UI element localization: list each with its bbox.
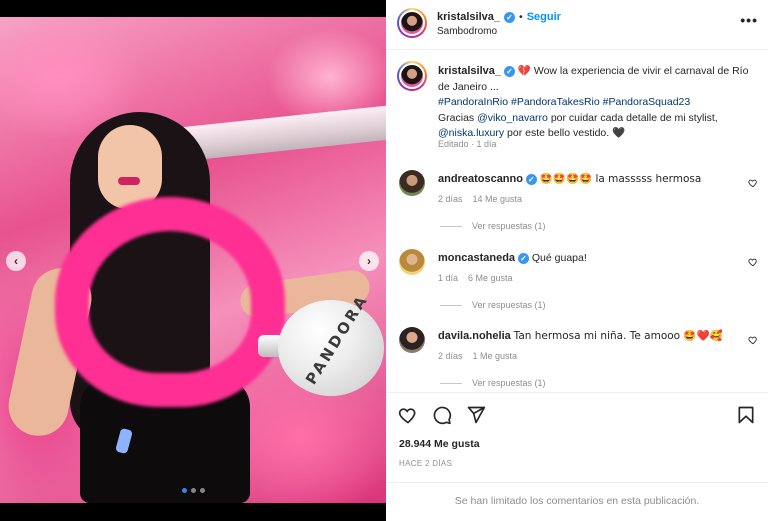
avatar[interactable]: [397, 61, 427, 91]
verified-badge-icon: ✓: [503, 66, 515, 77]
post-side-panel: kristalsilva_ ✓ • Seguir Sambodromo ••• …: [386, 0, 768, 521]
comment-meta: 1 día 6 Me gusta: [438, 273, 513, 283]
chevron-left-icon: ‹: [14, 254, 18, 268]
carousel-dot: [191, 488, 196, 493]
heart-icon[interactable]: [398, 405, 418, 425]
replies-divider: [440, 225, 462, 227]
post-header: kristalsilva_ ✓ • Seguir Sambodromo •••: [386, 0, 768, 50]
caption-emoji: 💔: [517, 65, 531, 77]
comment-username[interactable]: andreatoscanno: [438, 173, 523, 185]
comment-text: Qué guapa!: [531, 252, 587, 264]
view-replies-button[interactable]: Ver respuestas (1): [440, 300, 546, 310]
heart-icon[interactable]: [748, 178, 758, 188]
comment-body: davila.nohelia Tan hermosa mi niña. Te a…: [438, 329, 738, 343]
comment-meta: 2 días 14 Me gusta: [438, 194, 522, 204]
header-username[interactable]: kristalsilva_: [437, 11, 500, 23]
comment-body: andreatoscanno ✓ 🤩🤩🤩🤩 la masssss hermosa: [438, 172, 738, 186]
caption-thanks-middle: por cuidar cada detalle de mi stylist,: [550, 111, 718, 124]
comment-likes[interactable]: 6 Me gusta: [468, 273, 513, 283]
avatar[interactable]: [399, 327, 425, 353]
caption-username[interactable]: kristalsilva_: [438, 65, 501, 77]
post-date[interactable]: HACE 2 DÍAS: [399, 459, 452, 468]
verified-badge-icon: ✓: [525, 174, 537, 185]
caption-text: kristalsilva_ ✓ 💔 Wow la experiencia de …: [438, 64, 758, 142]
comment-text: Tan hermosa mi niña. Te amooo 🤩❤️🥰: [513, 330, 723, 342]
photo-face: [98, 125, 162, 209]
verified-badge-icon: ✓: [504, 11, 515, 23]
header-separator: •: [519, 11, 523, 23]
caption-thanks-suffix: por este bello vestido.: [507, 127, 610, 139]
carousel-dot: [200, 488, 205, 493]
comment-item: moncastaneda ✓ Qué guapa! 1 día 6 Me gus…: [386, 249, 768, 319]
heart-icon[interactable]: [748, 257, 758, 267]
bookmark-icon[interactable]: [736, 405, 756, 425]
carousel-prev-button[interactable]: ‹: [6, 251, 26, 271]
avatar[interactable]: [397, 8, 427, 38]
comment-time[interactable]: 2 días: [438, 351, 463, 361]
post-location[interactable]: Sambodromo: [437, 26, 497, 37]
comment-time[interactable]: 1 día: [438, 273, 458, 283]
view-replies-label: Ver respuestas (1): [472, 378, 546, 388]
photo-lips: [118, 177, 140, 185]
comment-item: davila.nohelia Tan hermosa mi niña. Te a…: [386, 327, 768, 397]
view-replies-label: Ver respuestas (1): [472, 300, 546, 310]
likes-count[interactable]: 28.944 Me gusta: [399, 438, 480, 450]
verified-badge-icon: ✓: [517, 253, 529, 264]
comment-icon[interactable]: [432, 405, 452, 425]
comment-likes[interactable]: 14 Me gusta: [473, 194, 523, 204]
avatar[interactable]: [399, 249, 425, 275]
caption-end-emoji: 🖤: [612, 127, 626, 139]
header-user: kristalsilva_ ✓ • Seguir: [437, 11, 561, 23]
comment-item: andreatoscanno ✓ 🤩🤩🤩🤩 la masssss hermosa…: [386, 170, 768, 240]
comment-time[interactable]: 2 días: [438, 194, 463, 204]
carousel-dot: [182, 488, 187, 493]
comment-username[interactable]: moncastaneda: [438, 252, 515, 264]
post-media: PANDORA ‹ ›: [0, 0, 386, 521]
carousel-next-button[interactable]: ›: [359, 251, 379, 271]
replies-divider: [440, 382, 462, 384]
edited-label: Editado: [438, 139, 469, 149]
comments-limited-notice: Se han limitado los comentarios en esta …: [386, 482, 768, 521]
carousel-dots: [182, 488, 205, 493]
comment-meta: 2 días 1 Me gusta: [438, 351, 517, 361]
photo-feather-boa: [55, 197, 285, 407]
avatar[interactable]: [399, 170, 425, 196]
view-replies-label: Ver respuestas (1): [472, 221, 546, 231]
follow-button[interactable]: Seguir: [527, 11, 561, 23]
hashtag-link[interactable]: #PandoraInRio: [438, 96, 508, 108]
more-options-icon[interactable]: •••: [740, 12, 758, 28]
heart-icon[interactable]: [748, 335, 758, 345]
hashtag-link[interactable]: #PandoraTakesRio: [511, 96, 600, 108]
comment-text: 🤩🤩🤩🤩 la masssss hermosa: [539, 173, 702, 185]
replies-divider: [440, 304, 462, 306]
chevron-right-icon: ›: [367, 254, 371, 268]
hashtag-link[interactable]: #PandoraSquad23: [603, 96, 691, 108]
mention-link[interactable]: @niska.luxury: [438, 127, 504, 139]
mention-link[interactable]: @viko_navarro: [477, 112, 548, 124]
post-photo: PANDORA: [0, 17, 386, 503]
caption-time[interactable]: 1 día: [477, 139, 497, 149]
view-replies-button[interactable]: Ver respuestas (1): [440, 221, 546, 231]
comment-likes[interactable]: 1 Me gusta: [473, 351, 518, 361]
caption-meta: Editado · 1 día: [438, 139, 497, 149]
comment-body: moncastaneda ✓ Qué guapa!: [438, 251, 738, 265]
share-icon[interactable]: [466, 405, 486, 425]
view-replies-button[interactable]: Ver respuestas (1): [440, 378, 546, 388]
action-icons: [398, 405, 486, 425]
comment-username[interactable]: davila.nohelia: [438, 330, 511, 342]
caption-thanks-prefix: Gracias: [438, 111, 475, 124]
